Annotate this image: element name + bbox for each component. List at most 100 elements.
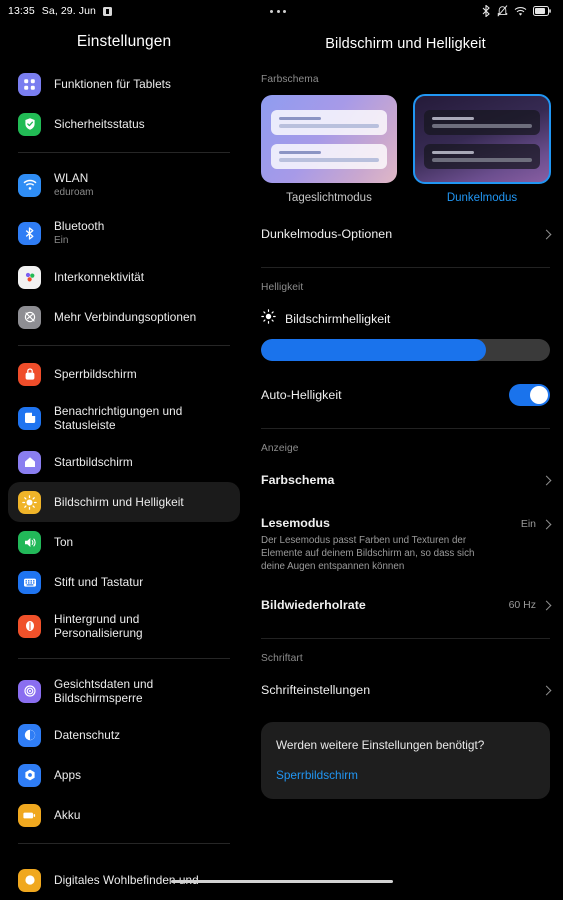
sidebar-item-label: Interkonnektivität xyxy=(54,269,145,284)
sidebar-item-more-connections[interactable]: Mehr Verbindungsoptionen xyxy=(8,297,240,337)
sidebar-item-face-unlock[interactable]: Gesichtsdaten und Bildschirmsperre xyxy=(8,667,240,715)
chevron-right-icon xyxy=(541,600,552,610)
sidebar-item-pen-keyboard[interactable]: Stift und Tastatur xyxy=(8,562,240,602)
settings-sidebar[interactable]: Einstellungen Funktionen für Tablets Sic… xyxy=(0,0,248,900)
row-reading-mode[interactable]: Lesemodus Der Lesemodus passt Farben und… xyxy=(248,506,563,581)
theme-selector: Tageslichtmodus Dunkelmodus xyxy=(248,85,563,204)
section-label-brightness: Helligkeit xyxy=(261,282,304,293)
more-options-icon[interactable] xyxy=(268,6,288,17)
theme-preview-light xyxy=(261,95,397,183)
chevron-right-icon xyxy=(541,475,552,485)
battery-icon xyxy=(18,803,41,827)
shield-check-icon xyxy=(18,112,41,136)
brightness-slider[interactable] xyxy=(261,339,550,361)
sidebar-item-homescreen[interactable]: Startbildschirm xyxy=(8,442,240,482)
sidebar-item-wlan[interactable]: WLAN eduroam xyxy=(8,161,240,209)
row-label: Auto-Helligkeit xyxy=(261,388,342,402)
theme-option-dark[interactable]: Dunkelmodus xyxy=(413,94,551,204)
section-label-display: Anzeige xyxy=(261,443,299,454)
tablet-features-icon xyxy=(18,72,41,96)
wallpaper-icon xyxy=(18,614,41,638)
sidebar-item-interconnectivity[interactable]: Interkonnektivität xyxy=(8,257,240,297)
sidebar-divider xyxy=(18,152,230,153)
sun-icon xyxy=(261,309,276,329)
notifications-icon xyxy=(18,406,41,430)
sidebar-item-label: Datenschutz xyxy=(54,727,121,742)
preview-bar xyxy=(279,116,321,120)
lock-icon xyxy=(18,362,41,386)
row-label: Lesemodus xyxy=(261,516,330,530)
toggle-knob xyxy=(530,386,548,404)
brightness-label: Bildschirmhelligkeit xyxy=(285,312,391,326)
sound-icon xyxy=(18,530,41,554)
sidebar-item-label: Startbildschirm xyxy=(54,454,133,469)
sidebar-item-text: Bluetooth Ein xyxy=(54,219,104,248)
brightness-icon xyxy=(18,490,41,514)
section-divider xyxy=(261,267,550,268)
sidebar-item-label: Akku xyxy=(54,807,81,822)
row-font-settings[interactable]: Schrifteinstellungen xyxy=(248,670,563,710)
row-color-scheme[interactable]: Farbschema xyxy=(248,460,563,500)
preview-bar xyxy=(432,158,532,162)
sidebar-item-label: Sicherheitsstatus xyxy=(54,116,145,131)
row-label: Farbschema xyxy=(261,473,335,487)
row-auto-brightness[interactable]: Auto-Helligkeit xyxy=(248,375,563,415)
sidebar-item-text: Mehr Verbindungsoptionen xyxy=(54,310,196,325)
sidebar-item-sound[interactable]: Ton xyxy=(8,522,240,562)
theme-preview-dark xyxy=(413,94,551,184)
sidebar-item-security-status[interactable]: Sicherheitsstatus xyxy=(8,104,240,144)
sidebar-item-label: Funktionen für Tablets xyxy=(54,76,171,91)
preview-row xyxy=(424,109,540,135)
sidebar-item-label: Hintergrund und Personalisierung xyxy=(54,612,143,640)
sidebar-item-apps[interactable]: Apps xyxy=(8,755,240,795)
sidebar-item-display-brightness[interactable]: Bildschirm und Helligkeit xyxy=(8,482,240,522)
sidebar-item-label: Benachrichtigungen und Statusleiste xyxy=(54,404,183,432)
theme-option-light[interactable]: Tageslichtmodus xyxy=(261,95,397,204)
sidebar-item-privacy[interactable]: Datenschutz xyxy=(8,715,240,755)
row-dark-mode-options[interactable]: Dunkelmodus-Optionen xyxy=(248,214,563,254)
chevron-right-icon xyxy=(541,229,552,239)
sidebar-item-text: WLAN eduroam xyxy=(54,171,93,200)
preview-row xyxy=(271,143,387,169)
preview-bar xyxy=(432,150,474,154)
sidebar-item-label: Apps xyxy=(54,767,82,782)
preview-row xyxy=(424,143,540,169)
sidebar-item-text: Funktionen für Tablets xyxy=(54,77,171,92)
sidebar-item-notifications[interactable]: Benachrichtigungen und Statusleiste xyxy=(8,394,240,442)
theme-caption-dark: Dunkelmodus xyxy=(446,192,518,204)
sidebar-item-battery[interactable]: Akku xyxy=(8,795,240,835)
brightness-header: Bildschirmhelligkeit xyxy=(248,309,563,329)
preview-bar xyxy=(432,116,474,120)
wellbeing-icon xyxy=(18,868,41,892)
home-indicator[interactable] xyxy=(170,879,393,883)
sidebar-item-tablet-features[interactable]: Funktionen für Tablets xyxy=(8,64,240,104)
section-label-colorscheme: Farbschema xyxy=(261,74,319,85)
preview-bar xyxy=(279,150,321,154)
tablet-settings-screen: 13:35 Sa, 29. Jun Einstellungen Funktion… xyxy=(0,0,563,900)
theme-caption-light: Tageslichtmodus xyxy=(286,192,372,204)
apps-icon xyxy=(18,763,41,787)
row-value: 60 Hz xyxy=(508,599,536,611)
sidebar-item-text: Hintergrund und Personalisierung xyxy=(54,612,204,640)
sidebar-item-text: Sperrbildschirm xyxy=(54,367,137,382)
auto-brightness-toggle[interactable] xyxy=(509,384,550,406)
sidebar-item-wallpaper-personalization[interactable]: Hintergrund und Personalisierung xyxy=(8,602,240,650)
wifi-icon xyxy=(18,173,41,197)
section-divider xyxy=(261,638,550,639)
sidebar-item-label: Stift und Tastatur xyxy=(54,574,144,589)
face-unlock-icon xyxy=(18,679,41,703)
sidebar-item-text: Sicherheitsstatus xyxy=(54,117,145,132)
sidebar-item-bluetooth[interactable]: Bluetooth Ein xyxy=(8,209,240,257)
sidebar-item-text: Stift und Tastatur xyxy=(54,575,143,590)
sidebar-nav-list: Funktionen für Tablets Sicherheitsstatus xyxy=(0,64,248,900)
suggestion-link-lockscreen[interactable]: Sperrbildschirm xyxy=(276,768,535,782)
sidebar-item-lockscreen[interactable]: Sperrbildschirm xyxy=(8,354,240,394)
preview-bar xyxy=(279,158,379,162)
sidebar-divider xyxy=(18,345,230,346)
row-refresh-rate[interactable]: Bildwiederholrate 60 Hz xyxy=(248,585,563,625)
dot xyxy=(270,10,273,13)
sidebar-item-sublabel: Ein xyxy=(54,234,69,246)
chevron-right-icon xyxy=(541,519,552,529)
suggestion-card: Werden weitere Einstellungen benötigt? S… xyxy=(261,722,550,799)
